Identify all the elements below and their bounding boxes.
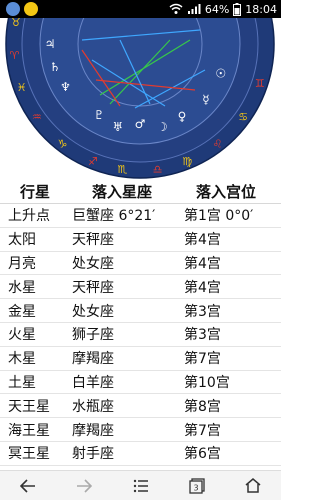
header-planet: 行星 xyxy=(20,183,51,201)
table-row: 冥王星 射手座 第6宫 xyxy=(0,442,281,466)
natal-chart[interactable]: ♓ ♒ ♑ ♐ ♏ ♎ ♍ ♌ ♋ ♊ ♈ ♉ ♄ ♆ ♇ ♅ ♂ ☽ ♀ ☿ ☉ ♃ xyxy=(0,18,281,180)
app-notification-icon xyxy=(6,2,20,16)
zodiac-sign: 水瓶座 xyxy=(72,398,114,415)
planet-glyph: ♆ xyxy=(60,80,71,94)
house-position: 第8宫 xyxy=(184,398,221,415)
zodiac-sign-glyph: ♒ xyxy=(32,110,42,123)
back-arrow-icon xyxy=(20,478,36,493)
zodiac-sign-glyph: ♐ xyxy=(88,155,98,168)
zodiac-sign: 摩羯座 xyxy=(72,351,114,368)
planet-glyph: ♄ xyxy=(50,60,61,74)
table-body: 上升点 巨蟹座 6°21′ 第1宫 0°0′ 太阳 天秤座 第4宫 月亮 处女座 第4宫 水星 天秤… xyxy=(0,204,281,466)
zodiac-sign: 处女座 xyxy=(72,255,114,272)
zodiac-sign: 射手座 xyxy=(72,446,114,463)
status-time: 18:04 xyxy=(245,2,277,16)
zodiac-sign: 天秤座 xyxy=(72,279,114,296)
house-position: 第7宫 xyxy=(184,422,221,439)
planet-name: 天王星 xyxy=(8,398,50,415)
zodiac-sign-glyph: ♉ xyxy=(11,18,21,29)
planet-name: 太阳 xyxy=(8,232,36,249)
planet-name: 海王星 xyxy=(8,422,50,439)
zodiac-sign: 处女座 xyxy=(72,303,114,320)
house-position: 第4宫 xyxy=(184,279,221,296)
app-notification-icon-2 xyxy=(24,2,38,16)
planet-name: 月亮 xyxy=(8,255,36,272)
header-house: 落入宫位 xyxy=(196,183,257,201)
natal-chart-wheel: ♓ ♒ ♑ ♐ ♏ ♎ ♍ ♌ ♋ ♊ ♈ ♉ ♄ ♆ ♇ ♅ ♂ ☽ ♀ ☿ ☉ ♃ xyxy=(5,18,275,179)
battery-percent: 64% xyxy=(204,2,230,16)
forward-arrow-icon xyxy=(77,478,93,493)
zodiac-sign-glyph: ♎ xyxy=(153,163,163,176)
signal-icon xyxy=(187,4,201,14)
planet-name: 土星 xyxy=(8,374,36,391)
planet-glyph: ♀ xyxy=(178,110,187,124)
planet-glyph: ☿ xyxy=(202,92,209,106)
planet-glyph: ♇ xyxy=(94,108,105,122)
table-row: 水星 天秤座 第4宫 xyxy=(0,275,281,300)
house-position: 第6宫 xyxy=(184,446,221,463)
planet-name: 金星 xyxy=(8,303,36,320)
zodiac-sign-glyph: ♋ xyxy=(238,110,248,123)
browser-nav-bar: 3 xyxy=(0,470,281,500)
table-header: 行星 落入星座 落入宫位 xyxy=(0,180,281,204)
zodiac-sign-glyph: ♊ xyxy=(255,77,265,90)
table-row: 土星 白羊座 第10宫 xyxy=(0,371,281,395)
table-row: 金星 处女座 第3宫 xyxy=(0,299,281,323)
tabs-button[interactable]: 3 xyxy=(169,471,225,500)
zodiac-sign-glyph: ♌ xyxy=(213,137,223,150)
table-row: 天王星 水瓶座 第8宫 xyxy=(0,394,281,419)
planet-glyph: ☉ xyxy=(215,66,226,80)
planet-name: 火星 xyxy=(8,327,36,344)
wifi-icon xyxy=(169,3,183,14)
table-row: 海王星 摩羯座 第7宫 xyxy=(0,418,281,442)
header-sign: 落入星座 xyxy=(92,183,153,201)
table-row: 月亮 处女座 第4宫 xyxy=(0,252,281,276)
planet-glyph: ♂ xyxy=(135,117,146,131)
planet-table: 行星 落入星座 落入宫位 上升点 巨蟹座 6°21′ 第1宫 0°0′ 太阳 天秤座 第4… xyxy=(0,180,281,466)
planet-glyph: ♃ xyxy=(45,37,56,51)
planet-name: 冥王星 xyxy=(8,446,50,463)
house-position: 第7宫 xyxy=(184,351,221,368)
planet-name: 木星 xyxy=(8,351,36,368)
tabs-icon: 3 xyxy=(189,477,205,494)
house-position: 第3宫 xyxy=(184,303,221,320)
house-position: 第10宫 xyxy=(184,374,230,391)
battery-icon xyxy=(233,2,242,16)
table-row: 火星 狮子座 第3宫 xyxy=(0,323,281,347)
planet-glyph: ☽ xyxy=(157,120,168,134)
planet-name: 上升点 xyxy=(8,208,50,225)
zodiac-sign-glyph: ♑ xyxy=(57,137,67,150)
back-button[interactable] xyxy=(0,471,56,500)
zodiac-sign-glyph: ♓ xyxy=(17,81,27,94)
home-button[interactable] xyxy=(225,471,281,500)
table-row: 上升点 巨蟹座 6°21′ 第1宫 0°0′ xyxy=(0,204,281,228)
zodiac-sign: 巨蟹座 6°21′ xyxy=(72,208,156,225)
zodiac-sign: 白羊座 xyxy=(72,374,114,391)
status-bar: 64% 18:04 xyxy=(0,0,281,18)
house-position: 第4宫 xyxy=(184,255,221,272)
zodiac-sign-glyph: ♍ xyxy=(182,155,192,168)
forward-button[interactable] xyxy=(56,471,112,500)
zodiac-sign: 天秤座 xyxy=(72,232,114,249)
menu-button[interactable] xyxy=(112,471,168,500)
house-position: 第4宫 xyxy=(184,232,221,249)
home-icon xyxy=(245,478,261,493)
house-position: 第3宫 xyxy=(184,327,221,344)
menu-list-icon xyxy=(133,479,148,492)
zodiac-sign: 摩羯座 xyxy=(72,422,114,439)
zodiac-sign-glyph: ♈ xyxy=(10,49,20,62)
tabs-count: 3 xyxy=(193,483,198,492)
table-row: 木星 摩羯座 第7宫 xyxy=(0,347,281,371)
table-row: 太阳 天秤座 第4宫 xyxy=(0,228,281,252)
planet-name: 水星 xyxy=(8,279,36,296)
zodiac-sign-glyph: ♏ xyxy=(118,163,128,176)
zodiac-sign: 狮子座 xyxy=(72,327,114,344)
house-position: 第1宫 0°0′ xyxy=(184,208,254,225)
planet-glyph: ♅ xyxy=(112,120,123,134)
